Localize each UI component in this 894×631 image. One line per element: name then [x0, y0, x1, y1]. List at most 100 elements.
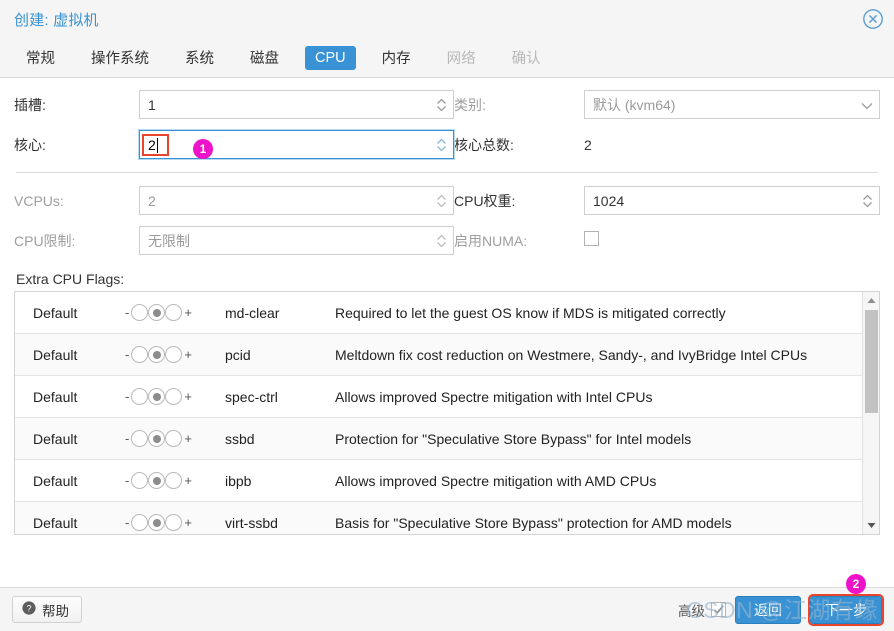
flag-state: Default [33, 346, 78, 363]
flag-radio-group[interactable] [131, 472, 183, 489]
flag-tristate-toggle[interactable]: - + [125, 304, 225, 321]
minus-icon[interactable]: - [125, 305, 129, 320]
close-icon[interactable] [860, 6, 886, 32]
total-cores-label: 核心总数: [454, 136, 514, 153]
vcpus-label: VCPUs: [14, 192, 64, 209]
vcpus-input[interactable]: 2 [139, 186, 454, 215]
flag-radio-group[interactable] [131, 514, 183, 531]
plus-icon[interactable]: + [184, 347, 192, 362]
flag-description: Meltdown fix cost reduction on Westmere,… [335, 346, 808, 363]
tab-general[interactable]: 常规 [16, 43, 65, 72]
table-row: Default - + ssbd Protection for "Speculative… [15, 418, 862, 460]
flag-radio-group[interactable] [131, 346, 183, 363]
flag-state: Default [33, 472, 78, 489]
sockets-spinner[interactable] [433, 91, 449, 118]
extra-cpu-flags-rows: Default - + md-clear Required to let the gue… [15, 292, 862, 534]
flag-state: Default [33, 514, 78, 531]
flag-name: pcid [225, 346, 251, 363]
plus-icon[interactable]: + [184, 431, 192, 446]
flag-description: Protection for "Speculative Store Bypass… [335, 430, 692, 447]
flag-radio-group[interactable] [131, 430, 183, 447]
flag-radio-default[interactable] [148, 514, 166, 531]
flag-radio-off[interactable] [131, 514, 149, 531]
flag-radio-group[interactable] [131, 304, 183, 321]
flag-tristate-toggle[interactable]: - + [125, 472, 225, 489]
annotation-badge-1: 1 [193, 139, 213, 159]
minus-icon[interactable]: - [125, 389, 129, 404]
flags-scrollbar-thumb[interactable] [865, 310, 878, 413]
sockets-input[interactable]: 1 [139, 90, 454, 119]
plus-icon[interactable]: + [184, 389, 192, 404]
cpu-panel: 插槽: 1 类别: 默认 (kvm64) 核心: 2 核心总数: 2 VCPUs… [0, 78, 894, 587]
sockets-label: 插槽: [14, 96, 46, 113]
vcpus-spinner[interactable] [433, 187, 449, 214]
flag-state: Default [33, 388, 78, 405]
section-divider [16, 172, 878, 173]
triangle-up-icon[interactable] [863, 292, 879, 308]
tab-network: 网络 [446, 51, 476, 67]
flag-radio-off[interactable] [131, 388, 149, 405]
tab-memory[interactable]: 内存 [372, 43, 421, 72]
tab-cpu[interactable]: CPU [305, 45, 356, 70]
vcpus-value: 2 [148, 192, 156, 209]
flags-scrollbar[interactable] [862, 292, 879, 534]
flag-radio-off[interactable] [131, 346, 149, 363]
flag-radio-off[interactable] [131, 430, 149, 447]
flag-tristate-toggle[interactable]: - + [125, 430, 225, 447]
plus-icon[interactable]: + [184, 305, 192, 320]
flag-tristate-toggle[interactable]: - + [125, 388, 225, 405]
flag-radio-on[interactable] [165, 472, 183, 489]
minus-icon[interactable]: - [125, 473, 129, 488]
flag-tristate-toggle[interactable]: - + [125, 346, 225, 363]
flag-state: Default [33, 430, 78, 447]
flag-radio-default[interactable] [148, 430, 166, 447]
cpu-limit-value: 无限制 [148, 232, 190, 249]
flag-radio-default[interactable] [148, 388, 166, 405]
next-button[interactable]: 下一步 [808, 593, 884, 626]
cpu-units-input[interactable]: 1024 [584, 186, 880, 215]
extra-cpu-flags-list: Default - + md-clear Required to let the gue… [14, 291, 880, 535]
flag-tristate-toggle[interactable]: - + [125, 514, 225, 531]
enable-numa-checkbox[interactable] [584, 230, 599, 246]
cpu-limit-spinner[interactable] [433, 227, 449, 254]
plus-icon[interactable]: + [184, 515, 192, 530]
cores-input[interactable]: 2 [138, 129, 455, 160]
cpu-limit-label: CPU限制: [14, 232, 76, 249]
plus-icon[interactable]: + [184, 473, 192, 488]
flag-radio-on[interactable] [165, 514, 183, 531]
help-button[interactable]: ? 帮助 [12, 596, 82, 623]
advanced-toggle[interactable]: 高级 [678, 600, 726, 620]
chevron-down-icon[interactable] [861, 97, 873, 113]
minus-icon[interactable]: - [125, 347, 129, 362]
sockets-value: 1 [148, 96, 156, 113]
flag-name: virt-ssbd [225, 514, 278, 531]
flag-radio-default[interactable] [148, 472, 166, 489]
flag-radio-default[interactable] [148, 346, 166, 363]
advanced-checkbox[interactable] [711, 602, 726, 617]
table-row: Default - + ibpb Allows improved Spectre mit… [15, 460, 862, 502]
question-circle-icon: ? [22, 601, 36, 618]
flag-radio-on[interactable] [165, 304, 183, 321]
cpu-limit-input[interactable]: 无限制 [139, 226, 454, 255]
minus-icon[interactable]: - [125, 431, 129, 446]
tab-os[interactable]: 操作系统 [81, 43, 159, 72]
flag-radio-on[interactable] [165, 388, 183, 405]
cpu-type-combobox[interactable]: 默认 (kvm64) [584, 90, 880, 119]
minus-icon[interactable]: - [125, 515, 129, 530]
tab-disks[interactable]: 磁盘 [240, 43, 289, 72]
triangle-down-icon[interactable] [863, 517, 879, 533]
flag-radio-off[interactable] [131, 472, 149, 489]
flag-radio-on[interactable] [165, 430, 183, 447]
svg-text:?: ? [26, 603, 31, 613]
dialog-footer: ? 帮助 高级 返回 下一步 [0, 587, 894, 631]
flag-radio-on[interactable] [165, 346, 183, 363]
flag-radio-group[interactable] [131, 388, 183, 405]
cpu-units-spinner[interactable] [859, 187, 875, 214]
cores-spinner[interactable] [433, 131, 449, 158]
flag-radio-off[interactable] [131, 304, 149, 321]
flag-radio-default[interactable] [148, 304, 166, 321]
flag-name: spec-ctrl [225, 388, 278, 405]
back-button[interactable]: 返回 [735, 595, 801, 624]
tab-system[interactable]: 系统 [175, 43, 224, 72]
flag-description: Allows improved Spectre mitigation with … [335, 472, 657, 489]
